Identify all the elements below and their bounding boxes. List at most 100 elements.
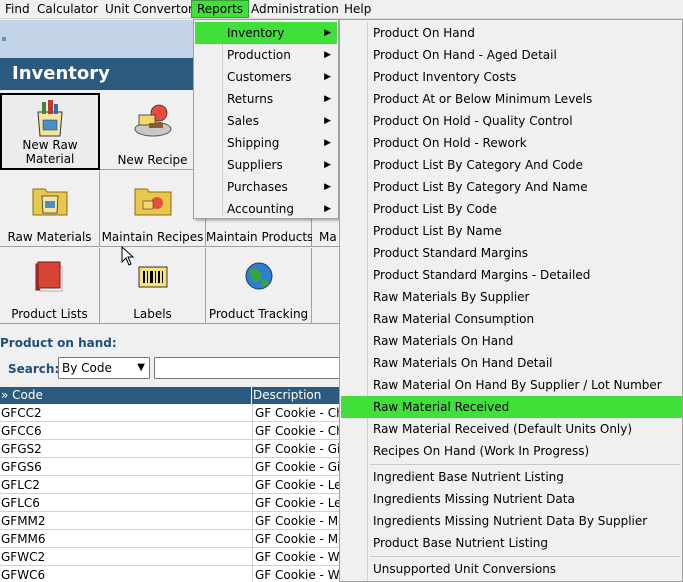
submenu-item[interactable]: Product List By Category And Code (341, 154, 682, 176)
product-tracking-button[interactable]: Product Tracking (206, 248, 312, 324)
search-mode-value: By Code (62, 361, 112, 375)
code-cell: GFGS6 (1, 460, 42, 474)
submenu-item[interactable]: Raw Material On Hand By Supplier / Lot N… (341, 374, 682, 396)
search-mode-select[interactable]: By Code ▼ (58, 357, 150, 379)
reports-menu-production[interactable]: Production ▶ (195, 44, 337, 66)
menu-calculator[interactable]: Calculator (32, 0, 103, 18)
band-dot (2, 37, 6, 41)
description-cell: GF Cookie - Ch (255, 424, 340, 438)
reports-menu-inventory-label: Inventory (227, 26, 285, 40)
menu-administration[interactable]: Administration (246, 0, 344, 18)
code-cell: GFMM2 (1, 514, 46, 528)
search-input[interactable] (154, 357, 340, 379)
submenu-item[interactable]: Ingredients Missing Nutrient Data By Sup… (341, 510, 682, 532)
maintain-products-label: Maintain Products (206, 230, 314, 244)
submenu-item[interactable]: Ingredients Missing Nutrient Data (341, 488, 682, 510)
submenu-item[interactable]: Product On Hold - Rework (341, 132, 682, 154)
submenu-item-raw-material-received[interactable]: Raw Material Received (341, 396, 682, 418)
table-row[interactable]: GFCC2 GF Cookie - Ch (0, 404, 340, 422)
submenu-item[interactable]: Product On Hand - Aged Detail (341, 44, 682, 66)
submenu-item[interactable]: Product On Hand (341, 22, 682, 44)
menu-separator (370, 464, 680, 465)
submenu-item[interactable]: Product List By Code (341, 198, 682, 220)
submenu-item[interactable]: Product Base Nutrient Listing (341, 532, 682, 554)
submenu-item[interactable]: Product List By Category And Name (341, 176, 682, 198)
description-cell: GF Cookie - Wh (255, 550, 340, 564)
product-grid: » Code Description GFCC2 GF Cookie - Ch … (0, 387, 340, 582)
reports-menu-suppliers-label: Suppliers (227, 158, 283, 172)
product-on-hand-label: Product on hand: (0, 336, 117, 350)
reports-menu-suppliers[interactable]: Suppliers ▶ (195, 154, 337, 176)
menu-reports[interactable]: Reports (191, 0, 250, 18)
recipe-icon (134, 104, 171, 137)
submenu-arrow-icon: ▶ (324, 160, 331, 170)
new-recipe-button[interactable]: New Recipe (100, 93, 206, 170)
raw-materials-button[interactable]: Raw Materials (0, 171, 100, 247)
tile-partial[interactable] (312, 248, 340, 324)
description-cell: GF Cookie - Gin (255, 442, 340, 456)
maintain-recipes-button[interactable]: Maintain Recipes (100, 171, 206, 247)
folder-bag-icon (32, 188, 67, 216)
reports-menu-sales[interactable]: Sales ▶ (195, 110, 337, 132)
menu-help[interactable]: Help (339, 0, 376, 18)
submenu-item[interactable]: Unsupported Unit Conversions (341, 558, 682, 580)
menu-unit-convertor[interactable]: Unit Convertor (100, 0, 198, 18)
folder-recipe-icon (134, 188, 171, 216)
submenu-item[interactable]: Product At or Below Minimum Levels (341, 88, 682, 110)
table-row[interactable]: GFMM6 GF Cookie - M& (0, 530, 340, 548)
table-row[interactable]: GFGS6 GF Cookie - Gin (0, 458, 340, 476)
reports-menu-inventory[interactable]: Inventory ▶ (195, 22, 337, 44)
labels-button[interactable]: Labels (100, 248, 206, 324)
menu-separator (370, 556, 680, 557)
new-raw-material-button[interactable]: New Raw Material (0, 93, 100, 170)
table-row[interactable]: GFGS2 GF Cookie - Gin (0, 440, 340, 458)
reports-menu-accounting[interactable]: Accounting ▶ (195, 198, 337, 220)
submenu-item[interactable]: Raw Material Consumption (341, 308, 682, 330)
product-lists-label: Product Lists (11, 307, 88, 321)
submenu-item[interactable]: Recipes On Hand (Work In Progress) (341, 440, 682, 462)
maintain-more-label: Ma (319, 230, 337, 244)
table-row[interactable]: GFWC2 GF Cookie - Wh (0, 548, 340, 566)
barcode-label-icon (138, 266, 167, 288)
code-cell: GFMM6 (1, 532, 46, 546)
code-cell: GFWC6 (1, 568, 46, 582)
table-row[interactable]: GFLC2 GF Cookie - Le (0, 476, 340, 494)
globe-tracking-icon (245, 262, 272, 290)
description-cell: GF Cookie - M& (255, 532, 340, 546)
raw-materials-label: Raw Materials (7, 230, 92, 244)
reports-menu-purchases-label: Purchases (227, 180, 288, 194)
menu-bar: Find Calculator Unit Convertor Reports A… (0, 0, 683, 19)
submenu-arrow-icon: ▶ (324, 94, 331, 104)
reports-menu-returns[interactable]: Returns ▶ (195, 88, 337, 110)
submenu-item[interactable]: Product List By Name (341, 220, 682, 242)
description-cell: GF Cookie - Ch (255, 406, 340, 420)
table-row[interactable]: GFMM2 GF Cookie - M& (0, 512, 340, 530)
submenu-item[interactable]: Raw Material Received (Default Units Onl… (341, 418, 682, 440)
table-row[interactable]: GFCC6 GF Cookie - Ch (0, 422, 340, 440)
description-cell: GF Cookie - Le (255, 478, 340, 492)
description-cell: GF Cookie - Le (255, 496, 340, 510)
reports-menu-customers[interactable]: Customers ▶ (195, 66, 337, 88)
menu-find[interactable]: Find (0, 0, 35, 18)
submenu-item[interactable]: Raw Materials On Hand Detail (341, 352, 682, 374)
column-header-code[interactable]: » Code (0, 387, 252, 404)
submenu-item[interactable]: Product Standard Margins - Detailed (341, 264, 682, 286)
submenu-item[interactable]: Ingredient Base Nutrient Listing (341, 466, 682, 488)
product-lists-button[interactable]: Product Lists (0, 248, 100, 324)
reports-menu: Inventory ▶ Production ▶ Customers ▶ Return… (193, 19, 339, 219)
product-tracking-label: Product Tracking (208, 307, 309, 321)
table-row[interactable]: GFWC6 GF Cookie - Wh (0, 566, 340, 582)
page-title: Inventory (12, 63, 110, 84)
submenu-item[interactable]: Product On Hold - Quality Control (341, 110, 682, 132)
submenu-item[interactable]: Raw Materials By Supplier (341, 286, 682, 308)
table-row[interactable]: GFLC6 GF Cookie - Le (0, 494, 340, 512)
labels-label: Labels (133, 307, 172, 321)
submenu-item[interactable]: Product Standard Margins (341, 242, 682, 264)
maintain-recipes-label: Maintain Recipes (101, 230, 204, 244)
reports-menu-purchases[interactable]: Purchases ▶ (195, 176, 337, 198)
submenu-item[interactable]: Product Inventory Costs (341, 66, 682, 88)
submenu-item[interactable]: Raw Materials On Hand (341, 330, 682, 352)
reports-menu-shipping[interactable]: Shipping ▶ (195, 132, 337, 154)
column-header-description[interactable]: Description (252, 387, 340, 404)
description-cell: GF Cookie - Wh (255, 568, 340, 582)
